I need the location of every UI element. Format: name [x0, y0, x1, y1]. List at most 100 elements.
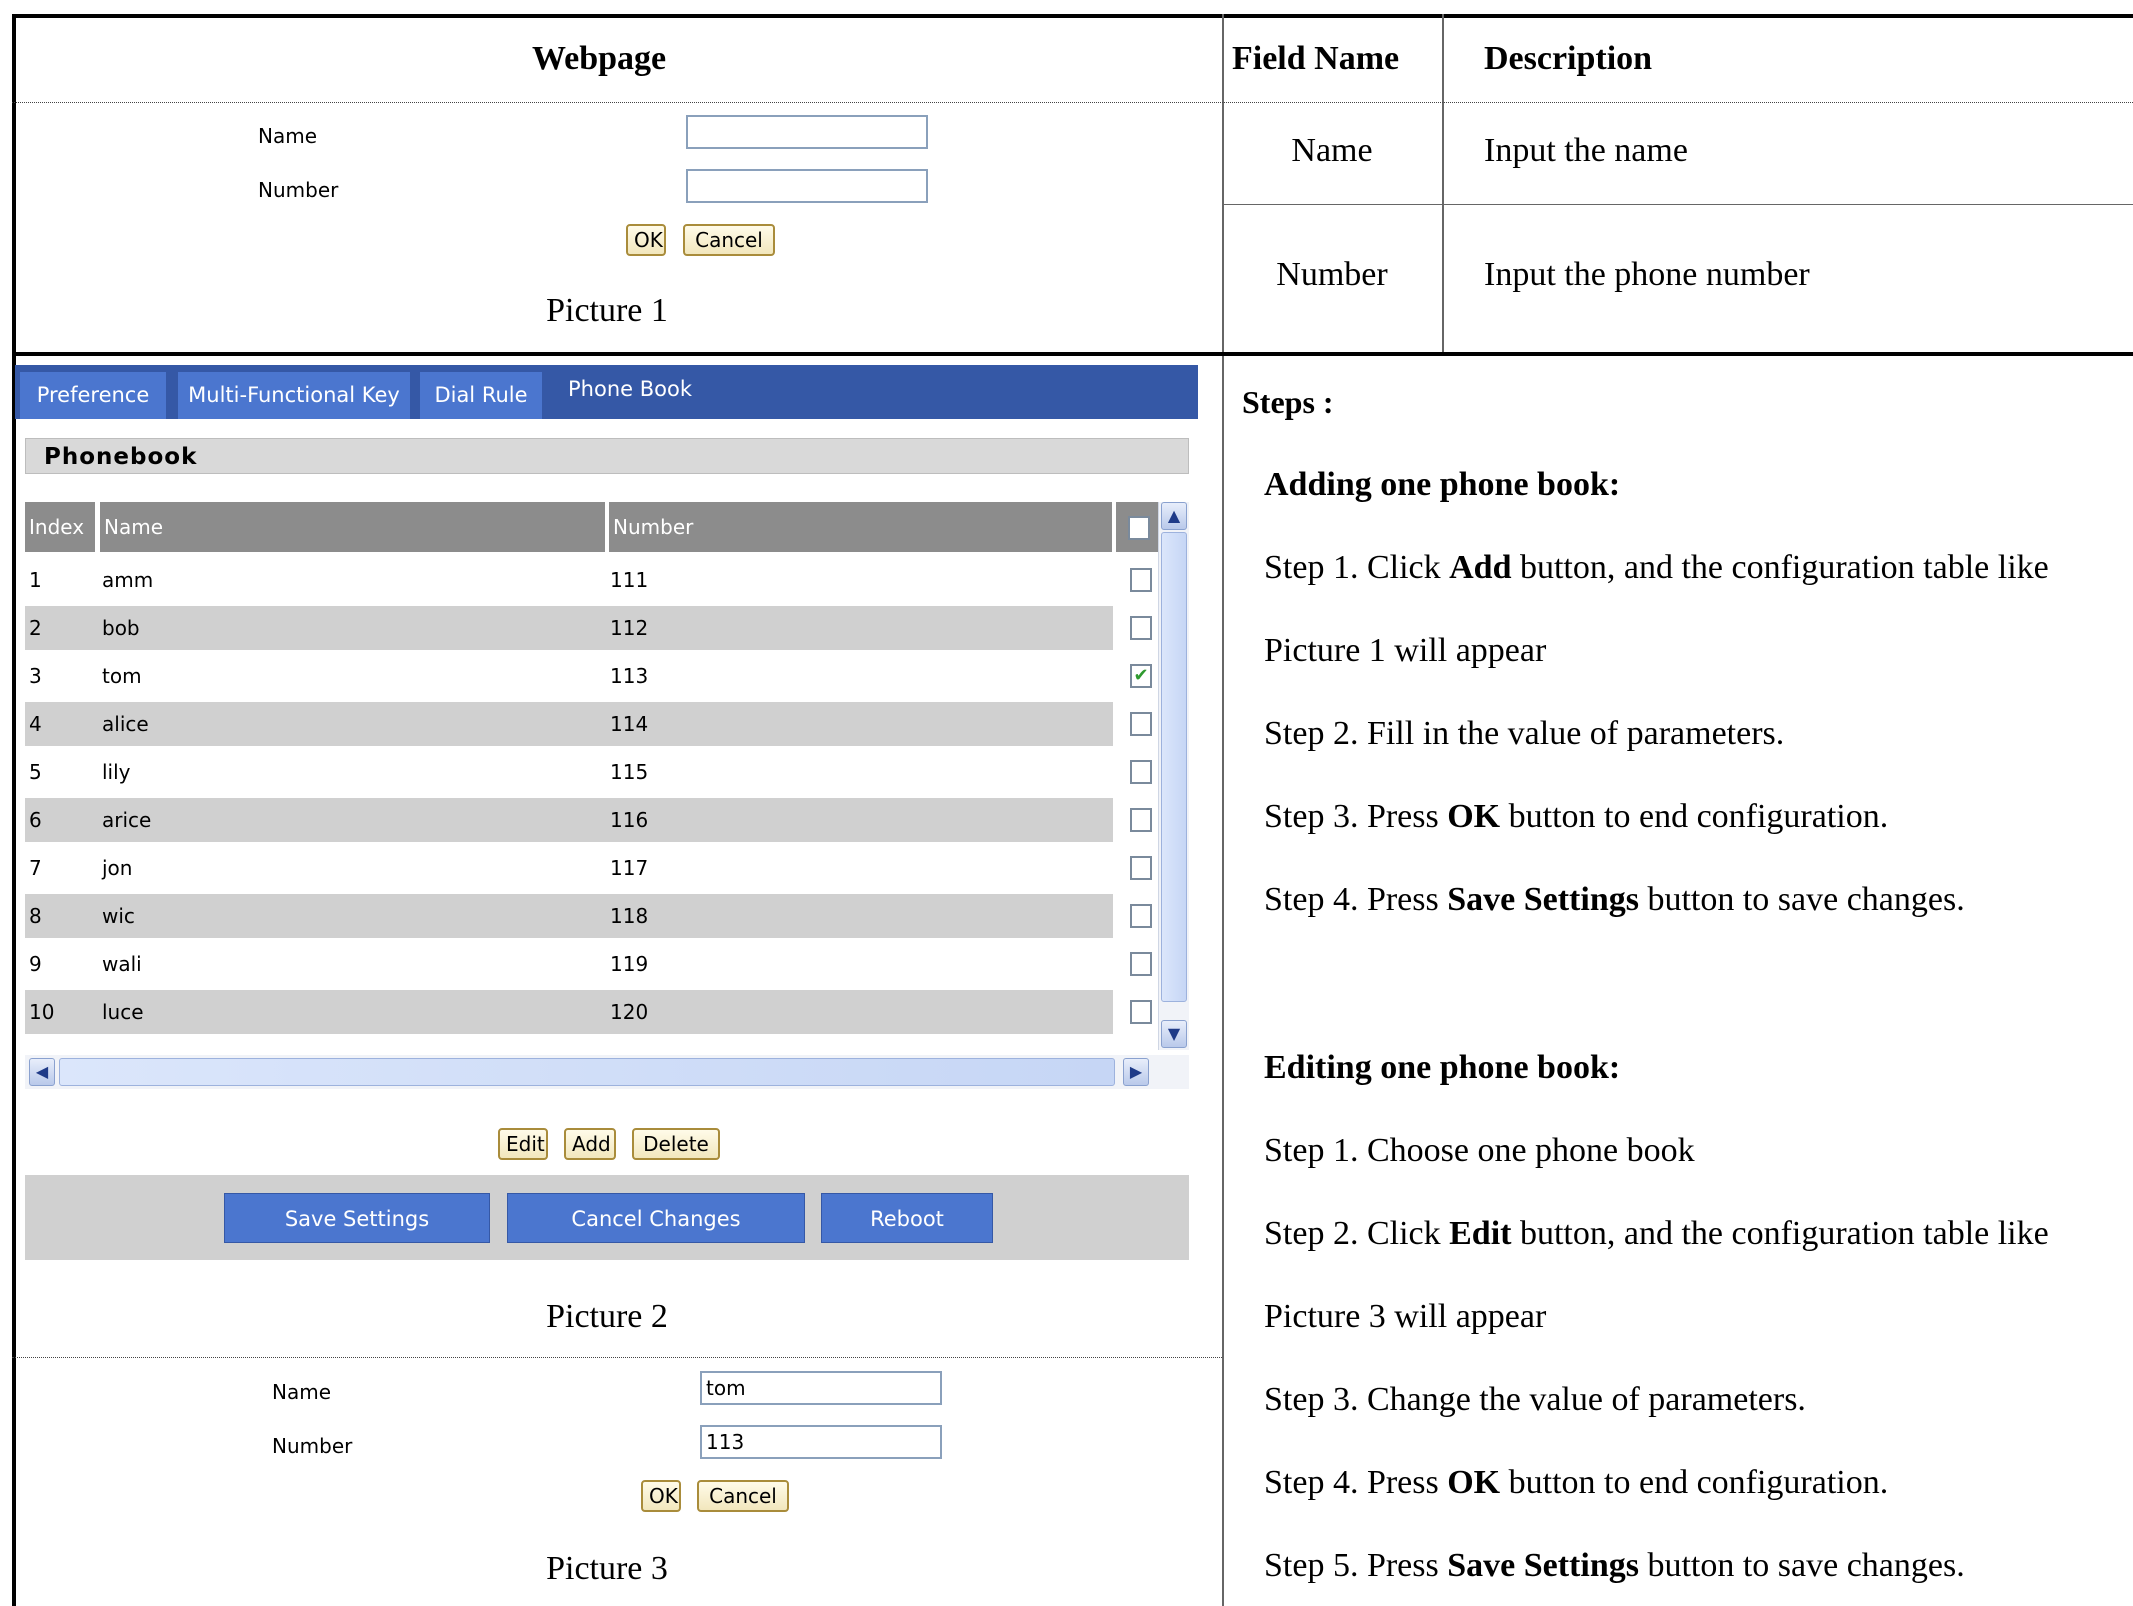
- p1-name-input[interactable]: [686, 115, 928, 149]
- row-number: 114: [610, 712, 649, 736]
- row-index: 10: [29, 1000, 55, 1024]
- picture3-caption: Picture 3: [546, 1550, 668, 1587]
- tab-multi-functional-key[interactable]: Multi-Functional Key: [178, 372, 410, 419]
- p1-number-label: Number: [258, 178, 339, 202]
- scroll-right-icon[interactable]: ▶: [1123, 1058, 1149, 1086]
- table-row[interactable]: 4 alice 114: [25, 702, 1152, 746]
- row-number: 119: [610, 952, 649, 976]
- field-row-divider: [1222, 204, 2133, 205]
- row-index: 7: [29, 856, 42, 880]
- row-checkbox[interactable]: [1130, 760, 1152, 784]
- row-number: 118: [610, 904, 649, 928]
- p1-ok-button[interactable]: OK: [626, 224, 666, 256]
- vertical-scrollbar[interactable]: ▲ ▼: [1158, 502, 1189, 1050]
- table-row[interactable]: 7 jon 117: [25, 846, 1152, 890]
- column-divider-field: [1442, 14, 1444, 354]
- scroll-up-icon[interactable]: ▲: [1161, 502, 1187, 530]
- field-desc-name: Input the name: [1484, 132, 1688, 169]
- step-line: Step 3. Change the value of parameters.: [1264, 1381, 1806, 1419]
- step-line: Step 4. Press Save Settings button to sa…: [1264, 881, 1965, 919]
- save-settings-button[interactable]: Save Settings: [224, 1193, 490, 1243]
- vertical-scroll-thumb[interactable]: [1161, 532, 1187, 1002]
- step-text: button, and the configuration table like: [1511, 549, 2049, 586]
- p1-name-label: Name: [258, 124, 318, 148]
- edit-button[interactable]: Edit: [498, 1128, 548, 1160]
- phonebook-title: Phonebook: [25, 438, 1189, 474]
- table-row[interactable]: 2 bob 112: [25, 606, 1152, 650]
- row-checkbox[interactable]: [1130, 1000, 1152, 1024]
- row-name: arice: [102, 808, 152, 832]
- table-row[interactable]: 8 wic 118: [25, 894, 1152, 938]
- step-keyword: OK: [1447, 798, 1501, 835]
- adding-title: Adding one phone book:: [1264, 466, 1621, 503]
- col-header-name[interactable]: Name: [100, 502, 605, 552]
- row-number: 116: [610, 808, 649, 832]
- p3-ok-button[interactable]: OK: [641, 1480, 681, 1512]
- step-text: Picture 3 will appear: [1264, 1298, 1547, 1335]
- table-row[interactable]: 10 luce 120: [25, 990, 1152, 1034]
- scroll-left-icon[interactable]: ◀: [29, 1058, 55, 1086]
- row-checkbox[interactable]: [1130, 952, 1152, 976]
- step-line: Step 3. Press OK button to end configura…: [1264, 798, 1888, 836]
- delete-button[interactable]: Delete: [632, 1128, 720, 1160]
- row-name: luce: [102, 1000, 144, 1024]
- p1-number-input[interactable]: [686, 169, 928, 203]
- step-text: Step 3. Change the value of parameters.: [1264, 1381, 1806, 1418]
- p3-cancel-button[interactable]: Cancel: [697, 1480, 789, 1512]
- row-checkbox[interactable]: [1130, 856, 1152, 880]
- scroll-down-icon[interactable]: ▼: [1161, 1020, 1187, 1048]
- tab-preference[interactable]: Preference: [20, 372, 166, 419]
- row-name: jon: [102, 856, 133, 880]
- horizontal-scrollbar[interactable]: ◀ ▶: [25, 1055, 1189, 1089]
- step-keyword: Save Settings: [1447, 881, 1639, 918]
- step-text: button to save changes.: [1638, 881, 1965, 918]
- reboot-button[interactable]: Reboot: [821, 1193, 993, 1243]
- col-header-number[interactable]: Number: [609, 502, 1112, 552]
- field-name-number: Number: [1276, 256, 1388, 293]
- row-checkbox[interactable]: [1130, 712, 1152, 736]
- tab-dial-rule[interactable]: Dial Rule: [420, 372, 542, 419]
- row-number: 120: [610, 1000, 649, 1024]
- row-name: alice: [102, 712, 149, 736]
- step-line: Step 2. Click Edit button, and the confi…: [1264, 1215, 2049, 1253]
- step-line: Step 5. Press Save Settings button to sa…: [1264, 1547, 1965, 1585]
- row-checkbox[interactable]: [1130, 904, 1152, 928]
- row-checkbox[interactable]: [1130, 568, 1152, 592]
- row-checkbox-checked[interactable]: ✔: [1130, 664, 1152, 688]
- horizontal-scroll-thumb[interactable]: [59, 1058, 1115, 1086]
- webpage-header: Webpage: [532, 40, 667, 77]
- add-button[interactable]: Add: [564, 1128, 616, 1160]
- step-line: Step 2. Fill in the value of parameters.: [1264, 715, 1784, 753]
- row-name: amm: [102, 568, 154, 592]
- table-row[interactable]: 1 amm 111: [25, 558, 1152, 602]
- row-checkbox[interactable]: [1130, 616, 1152, 640]
- row-index: 6: [29, 808, 42, 832]
- editing-title: Editing one phone book:: [1264, 1049, 1621, 1086]
- table-row[interactable]: 6 arice 116: [25, 798, 1152, 842]
- step-text: button to save changes.: [1638, 1547, 1965, 1584]
- p3-number-input[interactable]: [700, 1425, 942, 1459]
- col-header-index[interactable]: Index: [25, 502, 95, 552]
- p1-cancel-button[interactable]: Cancel: [683, 224, 775, 256]
- row-checkbox[interactable]: [1130, 808, 1152, 832]
- step-text: Step 4. Press: [1264, 1464, 1448, 1501]
- row-index: 5: [29, 760, 42, 784]
- table-row[interactable]: 3 tom 113 ✔: [25, 654, 1152, 698]
- step-keyword: Save Settings: [1447, 1547, 1639, 1584]
- cancel-changes-button[interactable]: Cancel Changes: [507, 1193, 805, 1243]
- field-name-name: Name: [1291, 132, 1373, 169]
- p3-number-label: Number: [272, 1434, 353, 1458]
- row-number: 117: [610, 856, 649, 880]
- row-index: 8: [29, 904, 42, 928]
- picture1-caption: Picture 1: [546, 292, 668, 329]
- select-all-checkbox[interactable]: [1128, 516, 1150, 540]
- step-text: Step 4. Press: [1264, 881, 1448, 918]
- step-text: Step 2. Fill in the value of parameters.: [1264, 715, 1785, 752]
- tab-phone-book[interactable]: Phone Book: [554, 366, 706, 413]
- row-number: 115: [610, 760, 649, 784]
- row-name: wali: [102, 952, 142, 976]
- table-row[interactable]: 9 wali 119: [25, 942, 1152, 986]
- table-row[interactable]: 5 lily 115: [25, 750, 1152, 794]
- section-divider: [12, 352, 2133, 356]
- p3-name-input[interactable]: [700, 1371, 942, 1405]
